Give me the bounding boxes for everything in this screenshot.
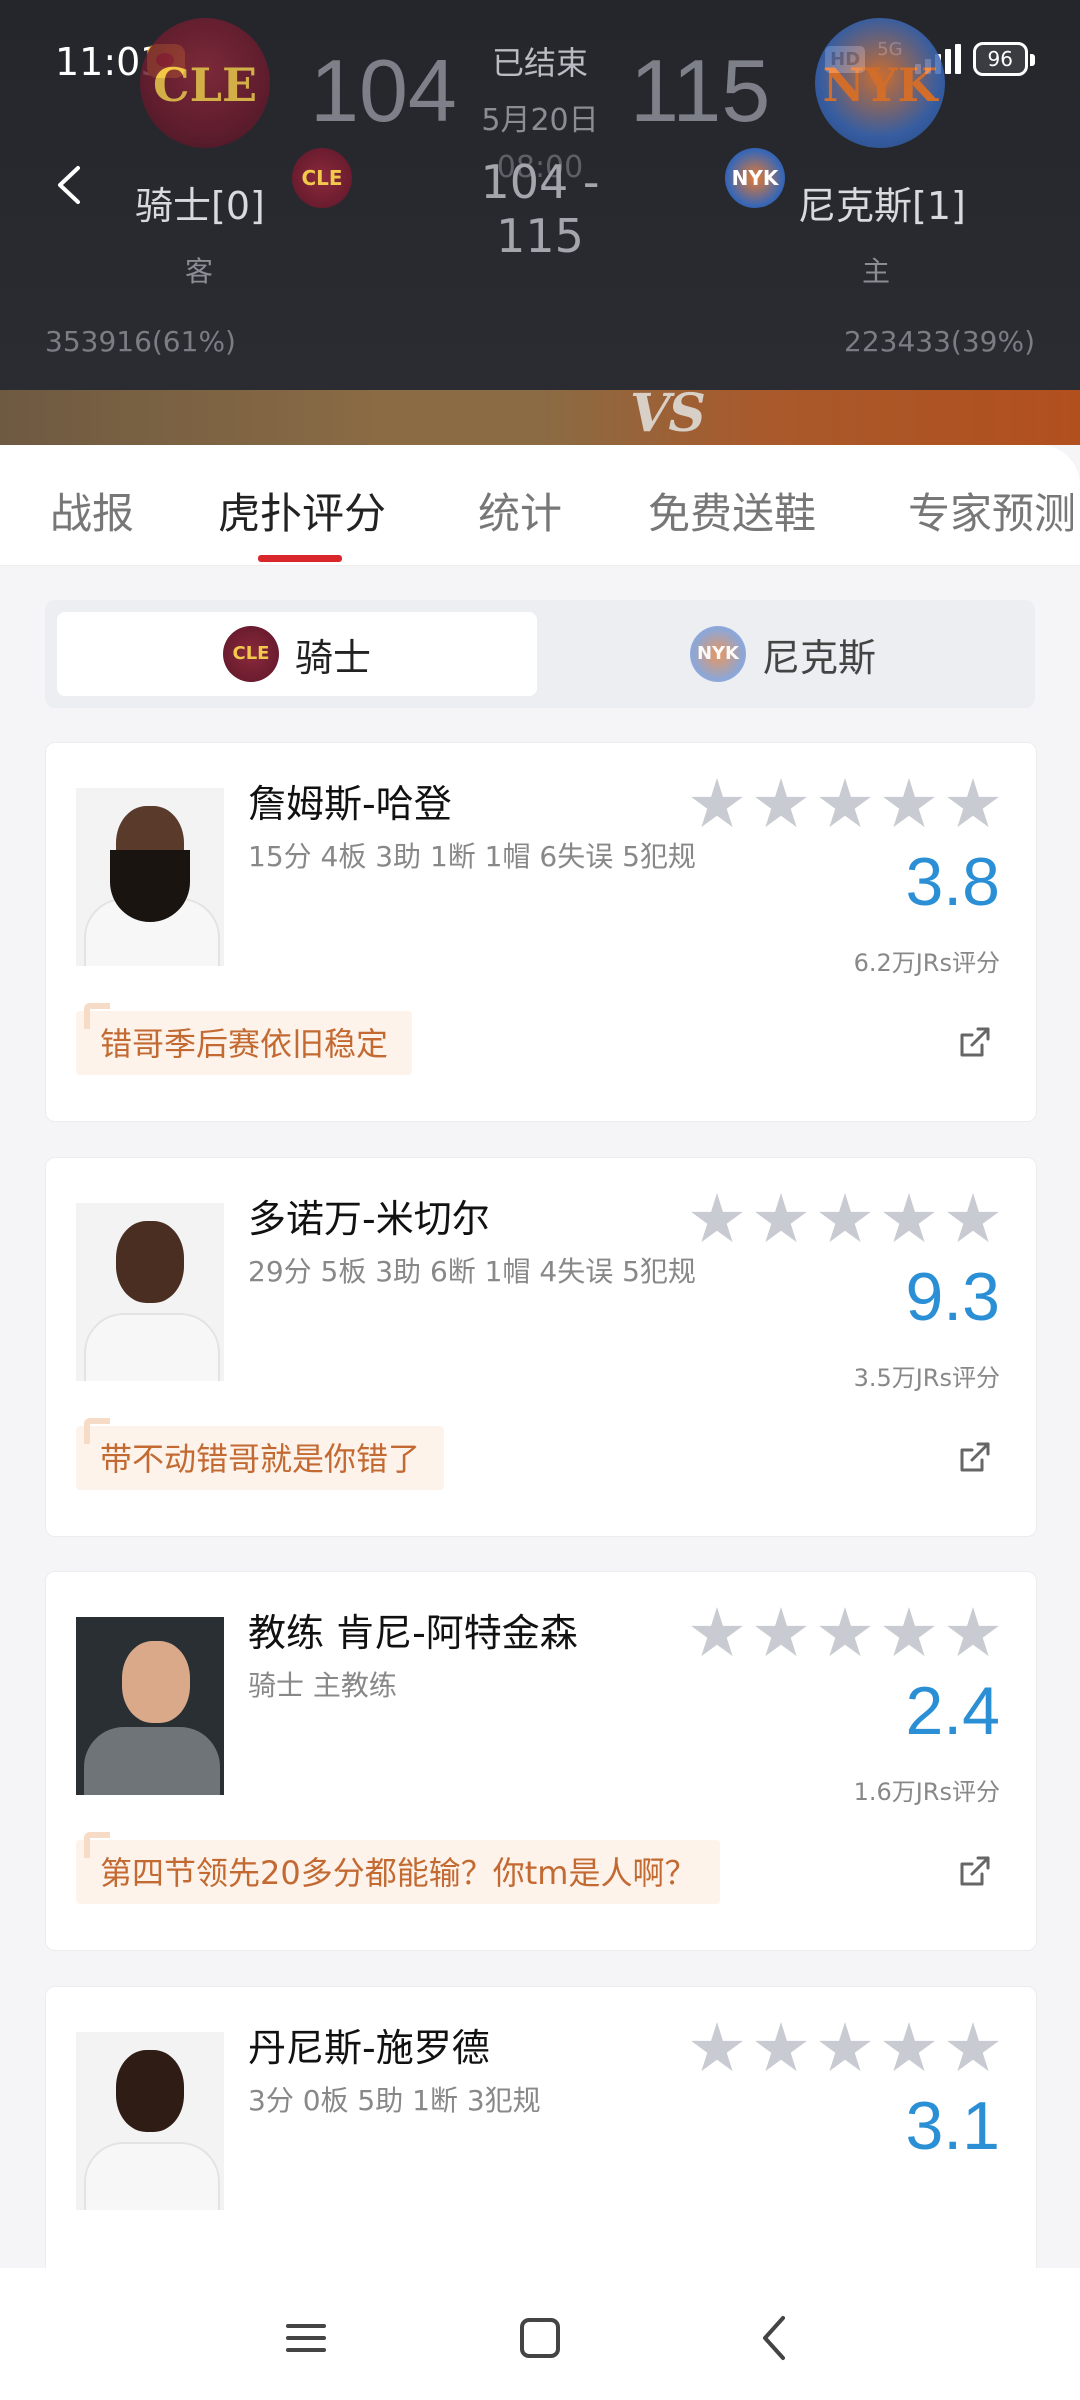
player-name: 教练 肯尼-阿特金森 — [248, 1611, 578, 1655]
star-icon[interactable] — [819, 1193, 871, 1243]
star-icon[interactable] — [755, 1193, 807, 1243]
battery-icon: 96 — [972, 42, 1036, 76]
star-icon[interactable] — [947, 2022, 999, 2072]
player-name: 詹姆斯-哈登 — [248, 782, 452, 826]
home-support-count: 223433(39%) — [844, 325, 1035, 358]
player-name: 多诺万-米切尔 — [248, 1197, 490, 1241]
star-icon[interactable] — [691, 2022, 743, 2072]
player-score: 3.1 — [905, 2088, 1000, 2164]
tab-stats[interactable]: 统计 — [478, 480, 562, 541]
back-arrow-icon[interactable] — [50, 160, 90, 210]
score-line: 104 - 115 — [480, 155, 600, 263]
rating-stars[interactable] — [690, 1193, 1000, 1247]
away-team-name[interactable]: 骑士[0] — [135, 175, 265, 230]
cavaliers-logo: CLE — [222, 626, 279, 682]
star-icon[interactable] — [819, 778, 871, 828]
star-icon[interactable] — [755, 2022, 807, 2072]
player-name: 丹尼斯-施罗德 — [248, 2026, 490, 2070]
coach-avatar — [76, 1617, 224, 1795]
player-card[interactable]: 多诺万-米切尔 29分 5板 3助 6断 1帽 4失误 5犯规 9.3 3.5万… — [45, 1157, 1037, 1537]
team-switch-right-label: 尼克斯 — [761, 635, 876, 680]
home-icon[interactable] — [510, 2308, 570, 2368]
player-card[interactable]: 教练 肯尼-阿特金森 骑士 主教练 2.4 1.6万JRs评分 第四节领先20多… — [45, 1571, 1037, 1951]
star-icon[interactable] — [947, 1193, 999, 1243]
menu-icon[interactable] — [276, 2308, 336, 2368]
star-icon[interactable] — [883, 1607, 935, 1657]
system-navigation-bar — [0, 2268, 1080, 2400]
home-score-large: 115 — [630, 41, 771, 140]
hot-comment[interactable]: 第四节领先20多分都能输？你tm是人啊？ — [76, 1832, 721, 1904]
away-role: 客 — [185, 255, 214, 288]
tab-expert-prediction[interactable]: 专家预测 — [908, 480, 1076, 541]
home-role: 主 — [862, 255, 891, 288]
star-icon[interactable] — [883, 2022, 935, 2072]
share-icon[interactable] — [954, 1852, 994, 1892]
knicks-logo: NYK — [689, 626, 746, 682]
back-icon[interactable] — [745, 2308, 805, 2368]
home-team-logo[interactable]: NYK — [725, 148, 785, 208]
player-score: 2.4 — [905, 1673, 1000, 1749]
game-header: VS 11:03 HD 5G 96 CLE NYK 104 115 已结束 5月… — [0, 0, 1080, 445]
team-switch-cavaliers[interactable]: CLE 骑士 — [57, 612, 537, 696]
game-date: 5月20日 — [481, 103, 599, 138]
away-support-count: 353916(61%) — [45, 325, 236, 358]
player-stats: 15分 4板 3助 1断 1帽 6失误 5犯规 — [248, 840, 696, 873]
star-icon[interactable] — [755, 778, 807, 828]
game-status: 已结束 — [491, 44, 588, 82]
tab-report[interactable]: 战报 — [50, 480, 134, 541]
tab-active-indicator — [258, 555, 342, 562]
star-icon[interactable] — [819, 1607, 871, 1657]
star-icon[interactable] — [755, 1607, 807, 1657]
player-avatar — [76, 2032, 224, 2210]
share-icon[interactable] — [954, 1438, 994, 1478]
away-team-logo-large: CLE — [140, 18, 270, 148]
away-team-logo[interactable]: CLE — [292, 148, 352, 208]
player-avatar — [76, 1203, 224, 1381]
tab-free-shoes[interactable]: 免费送鞋 — [648, 480, 816, 541]
player-card[interactable]: 詹姆斯-哈登 15分 4板 3助 1断 1帽 6失误 5犯规 3.8 6.2万J… — [45, 742, 1037, 1122]
star-icon[interactable] — [947, 778, 999, 828]
hot-comment[interactable]: 错哥季后赛依旧稳定 — [76, 1003, 413, 1075]
star-icon[interactable] — [691, 1607, 743, 1657]
hot-comment[interactable]: 带不动错哥就是你错了 — [76, 1418, 445, 1490]
player-stats: 骑士 主教练 — [248, 1669, 397, 1702]
team-switcher: CLE 骑士 NYK 尼克斯 — [45, 600, 1035, 708]
home-team-name[interactable]: 尼克斯[1] — [798, 175, 966, 230]
star-icon[interactable] — [819, 2022, 871, 2072]
away-score-large: 104 — [310, 41, 457, 140]
player-score: 9.3 — [905, 1259, 1000, 1335]
tab-bar: 战报 虎扑评分 统计 免费送鞋 专家预测 — [0, 445, 1080, 566]
player-stats: 29分 5板 3助 6断 1帽 4失误 5犯规 — [248, 1255, 696, 1288]
vs-banner — [0, 390, 1080, 445]
player-stats: 3分 0板 5助 1断 3犯规 — [248, 2084, 541, 2117]
rating-stars[interactable] — [690, 1607, 1000, 1661]
star-icon[interactable] — [691, 778, 743, 828]
team-switch-left-label: 骑士 — [294, 635, 371, 680]
rating-stars[interactable] — [690, 778, 1000, 832]
vote-count: 1.6万JRs评分 — [853, 1778, 1000, 1806]
home-team-logo-large: NYK — [815, 18, 945, 148]
player-score: 3.8 — [905, 844, 1000, 920]
vs-mark: VS — [630, 383, 706, 444]
star-icon[interactable] — [883, 778, 935, 828]
team-switch-knicks[interactable]: NYK 尼克斯 — [543, 612, 1023, 696]
tab-rating[interactable]: 虎扑评分 — [218, 480, 386, 541]
player-avatar — [76, 788, 224, 966]
rating-stars[interactable] — [690, 2022, 1000, 2076]
vote-count: 6.2万JRs评分 — [853, 949, 1000, 977]
star-icon[interactable] — [883, 1193, 935, 1243]
star-icon[interactable] — [947, 1607, 999, 1657]
star-icon[interactable] — [691, 1193, 743, 1243]
share-icon[interactable] — [954, 1023, 994, 1063]
vote-count: 3.5万JRs评分 — [853, 1364, 1000, 1392]
